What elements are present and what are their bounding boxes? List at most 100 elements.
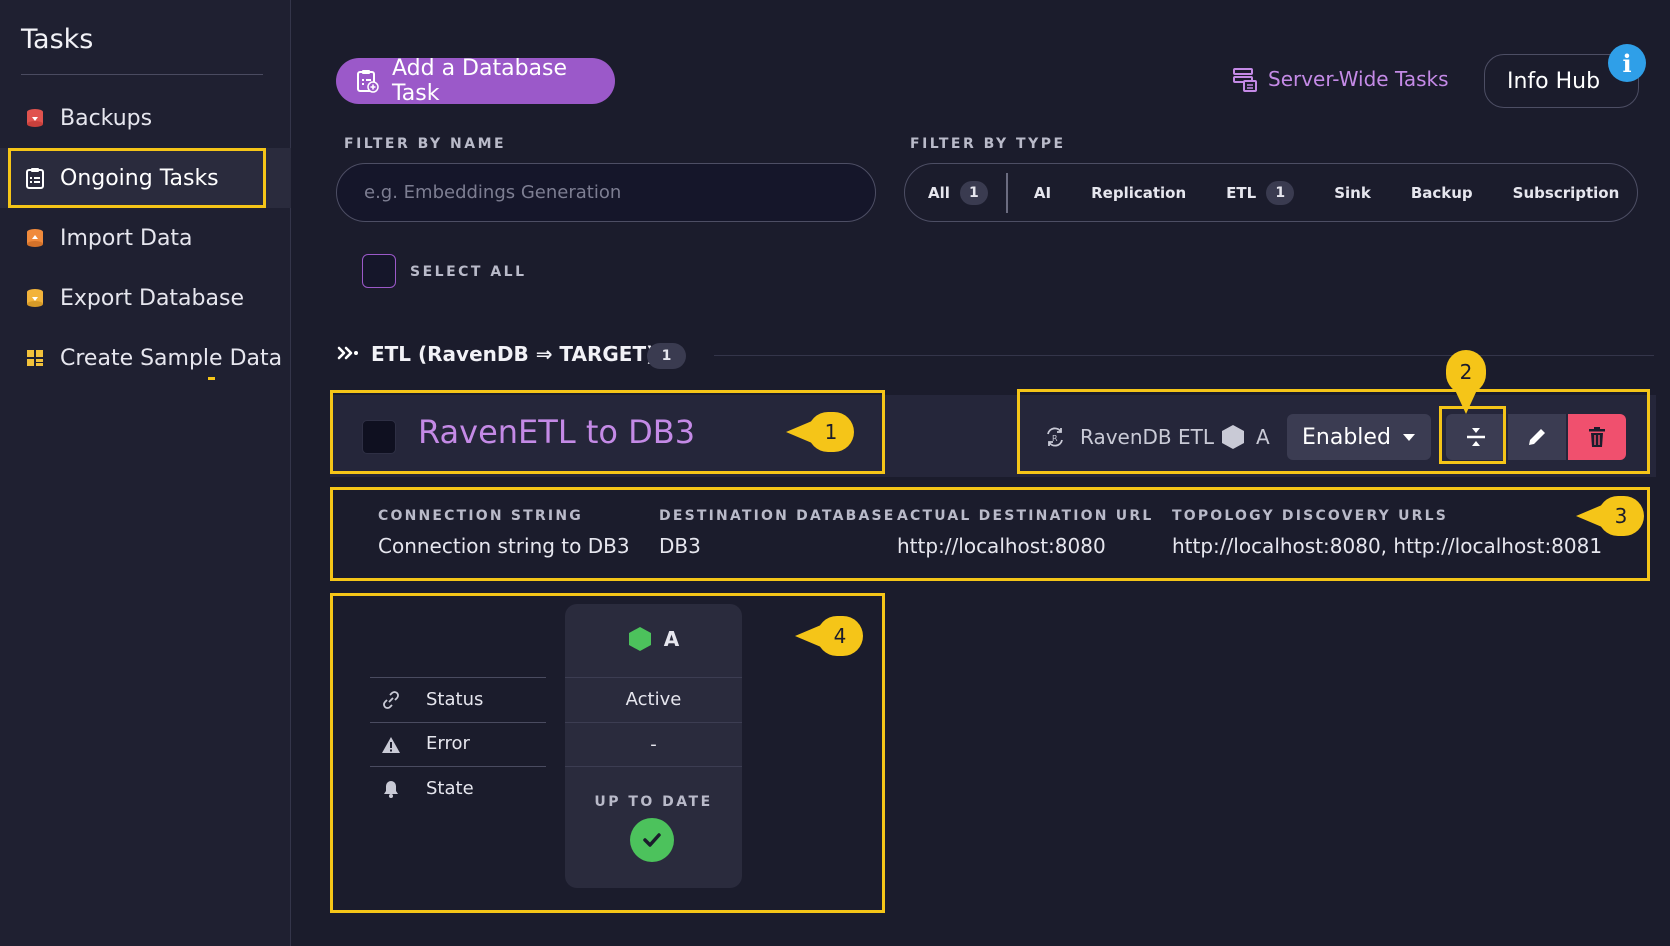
detail-actual-destination-url: ACTUAL DESTINATION URL http://localhost:… xyxy=(897,508,1153,558)
type-label: Replication xyxy=(1091,183,1187,202)
highlight-box xyxy=(1439,406,1506,464)
node-status-card: A Active - UP TO DATE xyxy=(565,604,742,888)
double-arrow-icon xyxy=(337,346,358,360)
detail-key: ACTUAL DESTINATION URL xyxy=(897,508,1154,524)
detail-key: DESTINATION DATABASE xyxy=(659,508,896,524)
filter-by-name-label: FILTER BY NAME xyxy=(344,136,507,152)
callout-badge: 4 xyxy=(795,616,863,656)
detail-value: http://localhost:8080, http://localhost:… xyxy=(1172,534,1603,558)
server-wide-label: Server-Wide Tasks xyxy=(1268,67,1449,91)
section-title: ETL (RavenDB ⇒ TARGET) xyxy=(371,342,656,366)
type-filter-etl[interactable]: ETL 1 xyxy=(1226,180,1295,205)
type-filter-sink[interactable]: Sink xyxy=(1334,184,1371,202)
node-card-header: A xyxy=(565,626,742,652)
card-divider xyxy=(565,677,742,678)
check-circle-icon xyxy=(630,818,674,862)
select-all-label: SELECT ALL xyxy=(410,264,527,280)
sidebar-item-label: Backups xyxy=(60,105,153,131)
info-hub-label: Info Hub xyxy=(1507,68,1601,94)
highlight-box xyxy=(8,148,266,208)
ravendb-etl-icon: R xyxy=(1044,426,1066,448)
callout-badge: 3 xyxy=(1576,496,1644,536)
card-divider xyxy=(565,766,742,767)
sidebar-item-export-database[interactable]: Export Database xyxy=(0,268,291,328)
server-tasks-icon xyxy=(1232,66,1258,92)
filter-by-type-label: FILTER BY TYPE xyxy=(910,136,1066,152)
node-label: A xyxy=(1256,425,1270,449)
status-divider xyxy=(370,766,546,767)
detail-destination-database: DESTINATION DATABASE DB3 xyxy=(659,508,896,558)
node-online-hexagon-icon xyxy=(628,627,651,651)
detail-value: DB3 xyxy=(659,534,701,558)
clipboard-add-icon xyxy=(354,68,380,94)
filter-name-input[interactable] xyxy=(336,163,876,222)
detail-connection-string: CONNECTION STRING Connection string to D… xyxy=(378,508,630,558)
sidebar-divider xyxy=(21,74,263,75)
status-value: Active xyxy=(625,689,682,710)
add-task-label: Add a Database Task xyxy=(392,56,568,106)
select-all-checkbox[interactable] xyxy=(362,254,396,288)
section-divider xyxy=(714,355,1654,356)
detail-value: Connection string to DB3 xyxy=(378,534,630,558)
server-wide-tasks-link[interactable]: Server-Wide Tasks xyxy=(1232,66,1449,92)
delete-button[interactable] xyxy=(1568,414,1626,460)
type-filter-replication[interactable]: Replication xyxy=(1091,184,1186,202)
svg-text:R: R xyxy=(1052,434,1058,443)
edit-button[interactable] xyxy=(1508,414,1566,460)
task-name-link[interactable]: RavenETL to DB3 xyxy=(418,413,695,451)
type-filter-group: All 1 AI Replication ETL 1 Sink Backup S… xyxy=(904,163,1638,222)
type-label: AI xyxy=(1033,183,1052,202)
sidebar-title: Tasks xyxy=(21,24,94,55)
backup-icon xyxy=(24,107,46,129)
type-filter-all[interactable]: All 1 xyxy=(928,180,988,205)
callout-badge: 1 xyxy=(786,412,854,452)
error-label: Error xyxy=(426,733,470,754)
type-filter-subscription[interactable]: Subscription xyxy=(1513,184,1620,202)
type-label: Sink xyxy=(1334,183,1371,202)
detail-value: http://localhost:8080 xyxy=(897,534,1106,558)
type-label: ETL xyxy=(1226,183,1257,202)
highlight-mark xyxy=(208,377,215,380)
type-count-badge: 1 xyxy=(959,180,988,205)
import-icon xyxy=(24,227,46,249)
trash-icon xyxy=(1589,427,1605,447)
export-icon xyxy=(24,287,46,309)
sidebar: Tasks Backups Ongoing Tasks Import Data … xyxy=(0,0,291,946)
etl-type-label: RavenDB ETL xyxy=(1080,425,1215,449)
state-label: Enabled xyxy=(1302,424,1391,450)
bell-icon xyxy=(384,781,398,798)
type-label: All xyxy=(928,183,950,202)
card-divider xyxy=(565,722,742,723)
type-filter-backup[interactable]: Backup xyxy=(1411,184,1473,202)
type-divider xyxy=(1005,172,1008,213)
sidebar-item-import-data[interactable]: Import Data xyxy=(0,208,291,268)
sidebar-item-ongoing-tasks[interactable]: Ongoing Tasks xyxy=(0,148,291,208)
state-value: UP TO DATE xyxy=(594,794,713,810)
node-hexagon-icon xyxy=(1222,425,1244,449)
state-row-label: State xyxy=(426,778,474,799)
task-checkbox[interactable] xyxy=(362,420,396,454)
error-value: - xyxy=(650,734,657,755)
type-filter-ai[interactable]: AI xyxy=(1034,184,1051,202)
node-card-label: A xyxy=(663,627,680,651)
info-icon[interactable]: i xyxy=(1608,44,1646,82)
status-divider xyxy=(370,722,546,723)
etl-type: R RavenDB ETL xyxy=(1044,425,1214,449)
state-dropdown[interactable]: Enabled xyxy=(1287,414,1431,460)
link-icon xyxy=(383,691,399,709)
sidebar-item-label: Create Sample Data xyxy=(60,345,283,371)
detail-topology-discovery-urls: TOPOLOGY DISCOVERY URLS http://localhost… xyxy=(1172,508,1602,558)
section-count-badge: 1 xyxy=(647,343,686,369)
sidebar-item-backups[interactable]: Backups xyxy=(0,88,291,148)
pencil-icon xyxy=(1529,429,1545,445)
status-label: Status xyxy=(426,689,484,710)
warning-icon xyxy=(382,737,400,753)
type-label: Backup xyxy=(1410,183,1473,202)
add-database-task-button[interactable]: Add a Database Task xyxy=(336,56,615,106)
callout-badge: 2 xyxy=(1446,350,1486,414)
sidebar-item-create-sample-data[interactable]: Create Sample Data xyxy=(0,328,291,388)
sidebar-item-label: Export Database xyxy=(60,285,244,311)
sidebar-item-label: Import Data xyxy=(60,225,193,251)
status-divider xyxy=(370,677,546,678)
sample-data-icon xyxy=(24,347,46,369)
